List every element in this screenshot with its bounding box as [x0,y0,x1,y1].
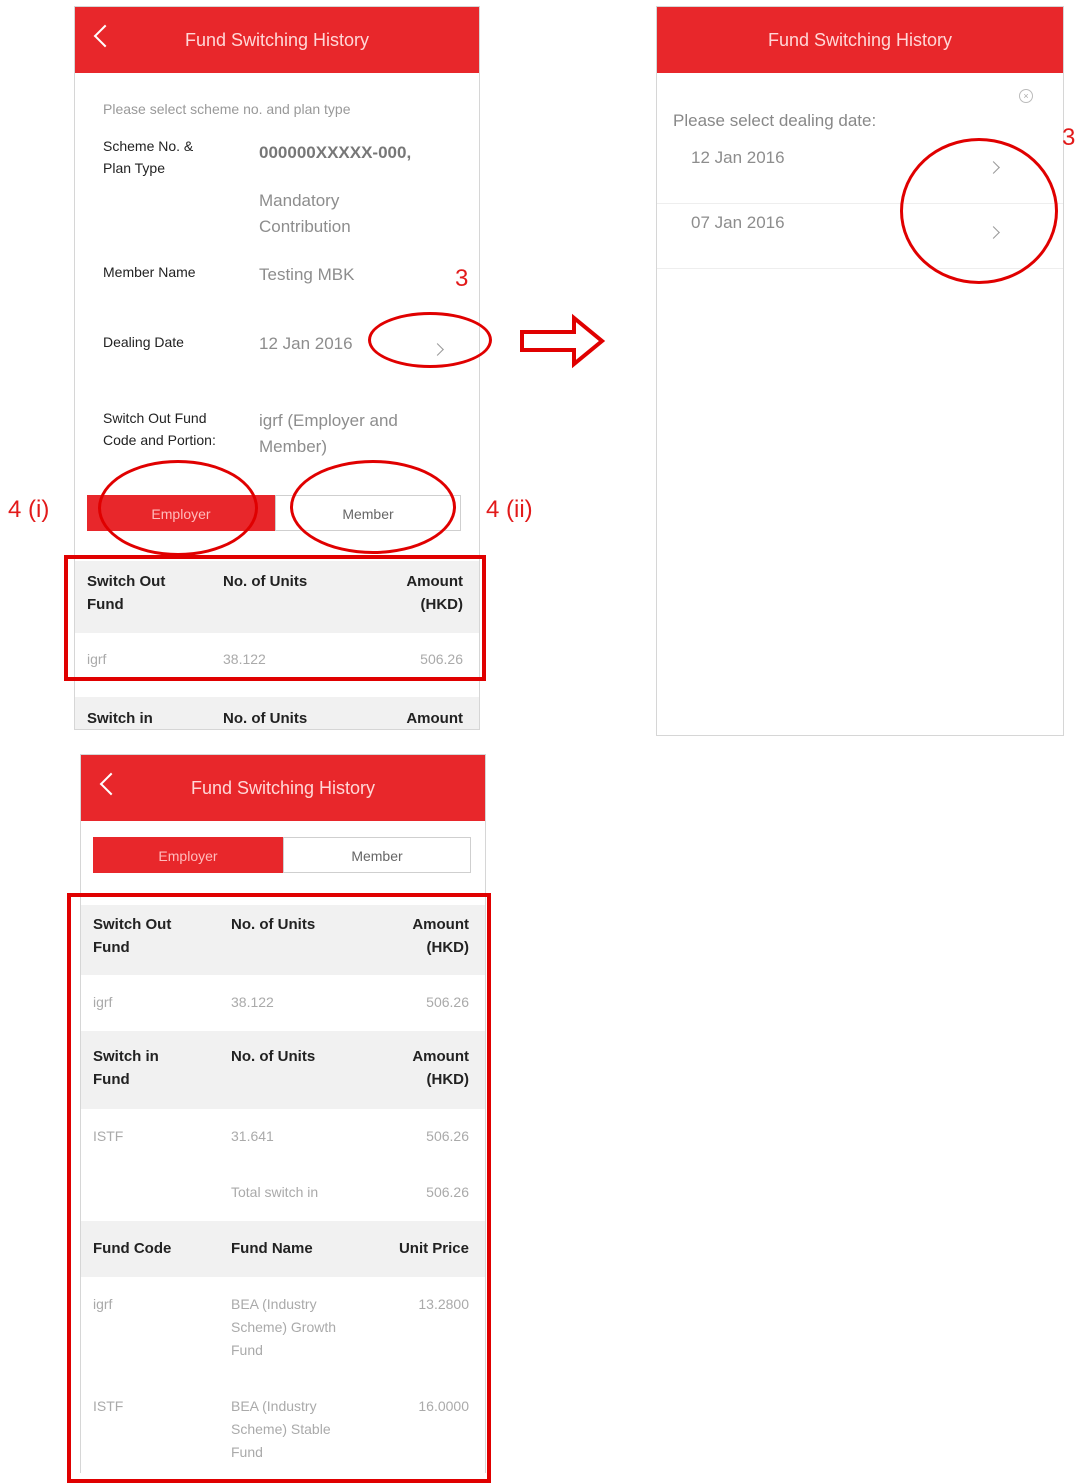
employer-tab-highlight-ring [98,460,258,556]
page-title: Fund Switching History [190,778,376,798]
member-name-label: Member Name [103,264,196,280]
member-tab-highlight-ring [290,460,456,554]
header-bar: Fund Switching History [657,7,1063,73]
table-header-row: Switch in No. of Units Amount [75,697,479,729]
step-4i-label: 4 (i) [8,496,50,523]
close-icon[interactable]: × [1019,89,1033,103]
date-list-highlight-ring [900,138,1058,284]
table-highlight-box [67,893,491,1483]
member-name-value: Testing MBK [259,265,355,284]
step-4ii-label: 4 (ii) [486,496,533,523]
switch-out-value: igrf (Employer and Member) [259,411,398,456]
dealing-date-prompt: Please select dealing date: [673,111,877,130]
date-option: 12 Jan 2016 [691,148,785,167]
dealing-date-label: Dealing Date [103,334,184,350]
table-highlight-box [64,555,486,681]
switch-out-label: Switch Out Fund Code and Portion: [103,410,216,448]
select-prompt: Please select scheme no. and plan type [103,101,351,117]
step-3-label: 3 [455,265,469,292]
tab-member[interactable]: Member [283,837,471,873]
screen-dealing-date: Fund Switching History × Please select d… [656,6,1064,736]
dealing-date-value[interactable]: 12 Jan 2016 [259,331,353,357]
col-switch-in: Switch in [87,710,153,727]
date-option: 07 Jan 2016 [691,213,785,232]
col-units: No. of Units [223,710,308,727]
step-3-label: 3 [1062,124,1076,151]
header-bar: Fund Switching History [81,755,485,821]
col-amount: Amount [406,710,463,727]
header-bar: Fund Switching History [75,7,479,73]
tab-employer[interactable]: Employer [93,837,283,873]
dealing-date-highlight-ring [368,312,492,368]
plan-type-value: Mandatory Contribution [259,191,351,236]
arrow-right-icon [520,313,606,369]
scheme-value[interactable]: 000000XXXXX-000, [259,140,449,166]
scheme-label: Scheme No. & Plan Type [103,138,194,176]
page-title: Fund Switching History [184,30,370,50]
page-title: Fund Switching History [767,30,953,50]
